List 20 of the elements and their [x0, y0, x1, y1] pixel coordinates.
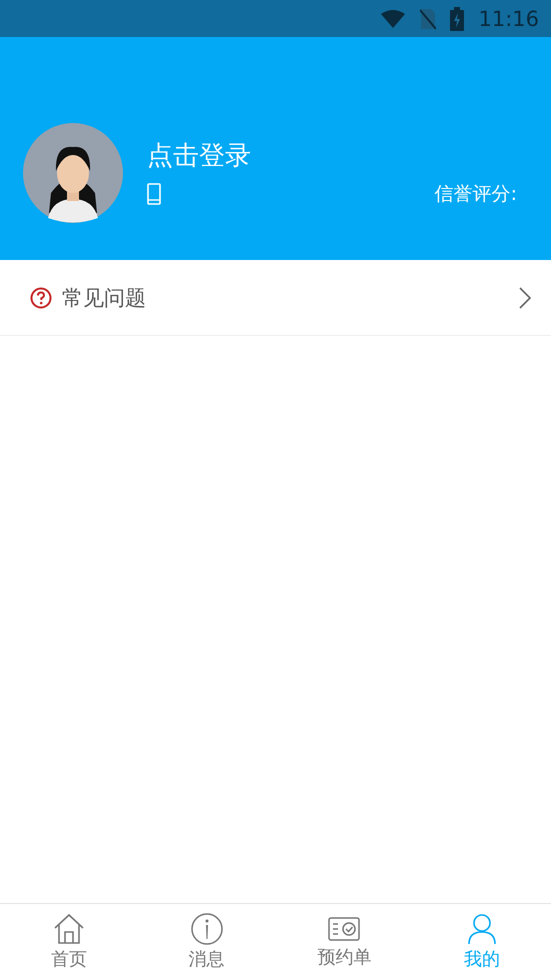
wifi-icon: [380, 8, 406, 28]
nav-tab[interactable]: 预约单: [276, 904, 414, 979]
user-icon: [466, 912, 498, 944]
nav-tab[interactable]: 我的: [413, 904, 551, 979]
nav-tab[interactable]: 消息: [138, 904, 276, 979]
clock-time: 11:16: [478, 6, 539, 30]
faq-label: 常见问题: [62, 284, 147, 312]
no-sim-icon: [420, 8, 436, 30]
faq-row[interactable]: 常见问题: [0, 260, 551, 336]
phone-icon: [147, 183, 161, 205]
order-card-icon: [328, 914, 360, 942]
nav-tab[interactable]: 首页: [0, 904, 138, 979]
question-icon: [30, 286, 52, 308]
battery-icon: [450, 6, 464, 30]
login-link[interactable]: 点击登录: [147, 138, 251, 173]
avatar-icon[interactable]: [23, 122, 123, 222]
chevron-right-icon: [519, 286, 531, 308]
home-icon: [52, 912, 85, 944]
credit-score-label: 信誉评分:: [434, 182, 518, 207]
info-icon: [190, 912, 223, 944]
